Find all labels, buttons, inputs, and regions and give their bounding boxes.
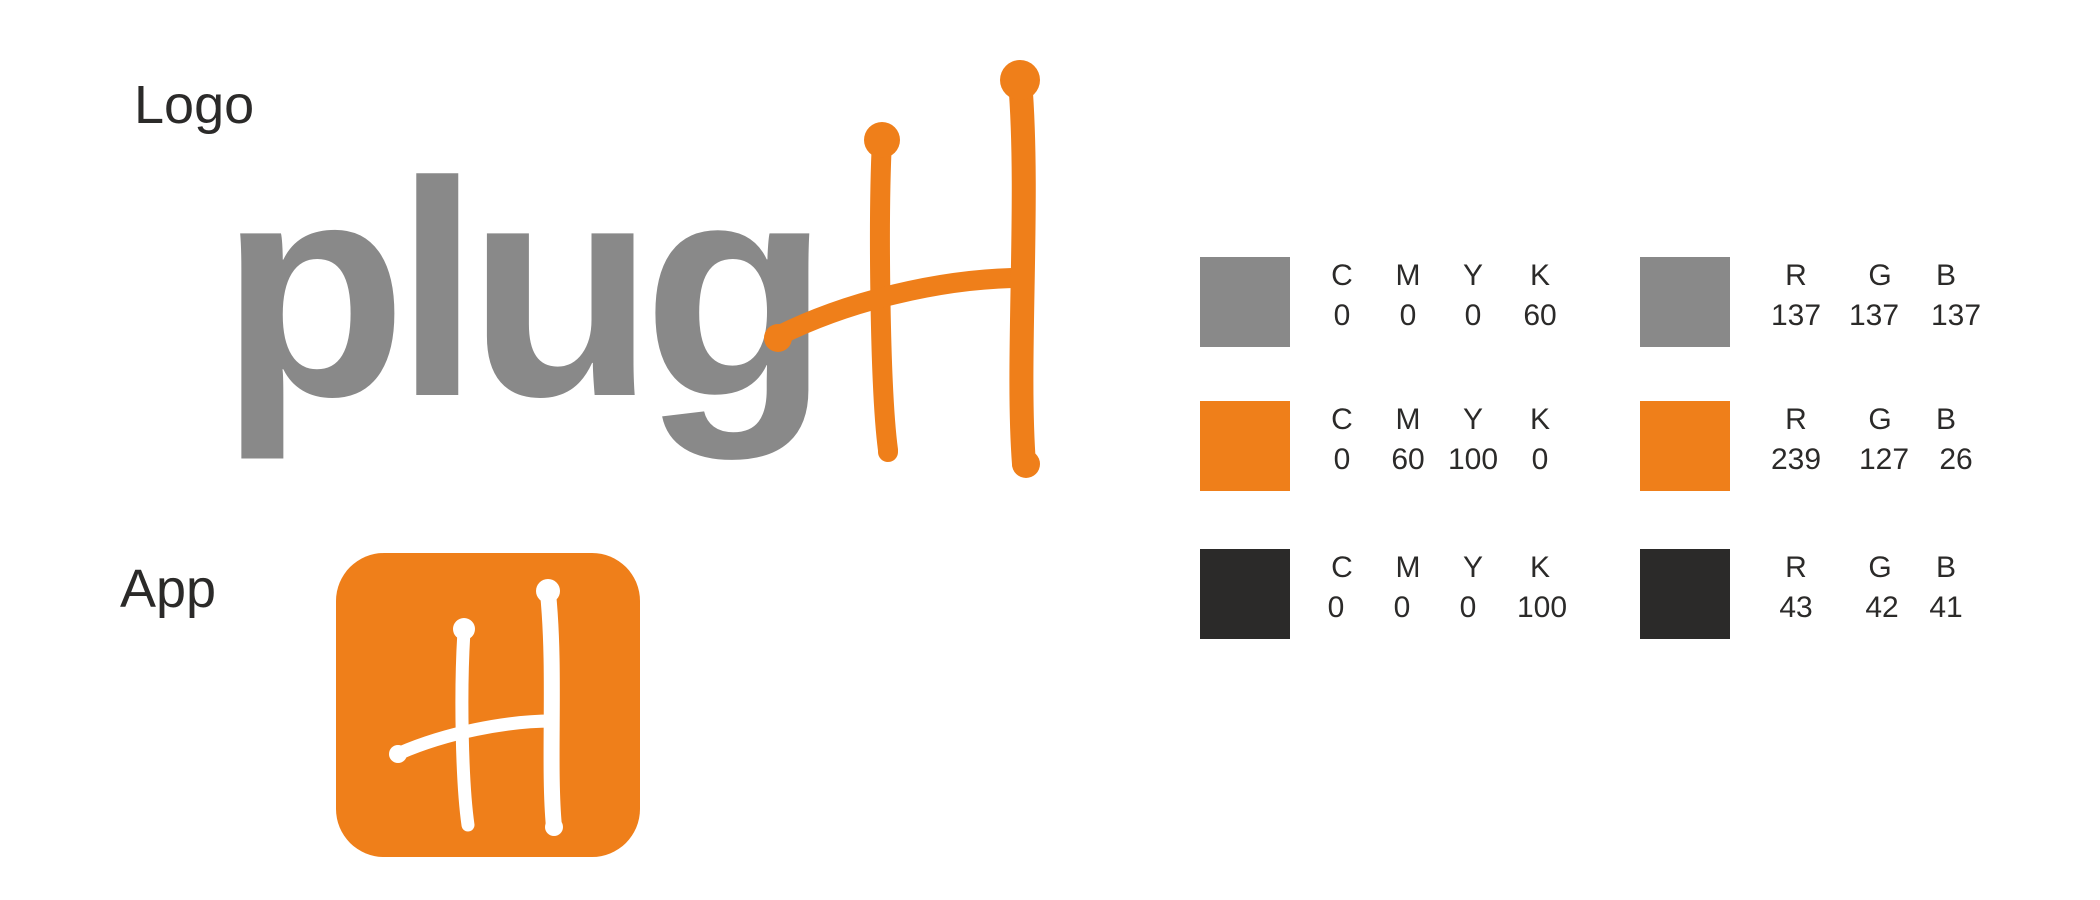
rgb-value-b: 41 xyxy=(1929,591,1963,624)
rgb-value-b: 26 xyxy=(1939,443,1973,476)
rgb-value-r: 43 xyxy=(1779,591,1813,624)
swatch-row-gray: C M Y K 0 0 0 60 R G B 137 137 137 xyxy=(0,257,2100,349)
rgb-value-r: 239 xyxy=(1770,443,1822,476)
rgb-header-b: B xyxy=(1935,259,1956,292)
rgb-header-b: B xyxy=(1935,551,1956,584)
rgb-value-g: 127 xyxy=(1858,443,1910,476)
rgb-header-r: R xyxy=(1785,259,1807,292)
orange-cmyk-swatch xyxy=(1200,401,1290,491)
cmyk-value-k: 0 xyxy=(1531,443,1549,476)
cmyk-header-k: K xyxy=(1529,551,1550,584)
rgb-value-g: 137 xyxy=(1848,299,1900,332)
cmyk-header-k: K xyxy=(1529,403,1550,436)
black-cmyk-swatch xyxy=(1200,549,1290,639)
black-rgb-swatch xyxy=(1640,549,1730,639)
cmyk-value-k: 100 xyxy=(1516,591,1568,624)
rgb-header-r: R xyxy=(1785,403,1807,436)
cmyk-value-k: 60 xyxy=(1523,299,1557,332)
cmyk-value-y: 0 xyxy=(1459,591,1477,624)
rgb-value-r: 137 xyxy=(1770,299,1822,332)
orange-rgb-swatch xyxy=(1640,401,1730,491)
gray-rgb-swatch xyxy=(1640,257,1730,347)
rgb-header-b: B xyxy=(1935,403,1956,436)
rgb-header-r: R xyxy=(1785,551,1807,584)
rgb-value-b: 137 xyxy=(1930,299,1982,332)
cmyk-header-k: K xyxy=(1529,259,1550,292)
gray-cmyk-swatch xyxy=(1200,257,1290,347)
swatch-row-orange: C M Y K 0 60 100 0 R G B 239 127 26 xyxy=(0,401,2100,493)
swatch-row-black: C M Y K 0 0 0 100 R G B 43 42 41 xyxy=(0,549,2100,641)
